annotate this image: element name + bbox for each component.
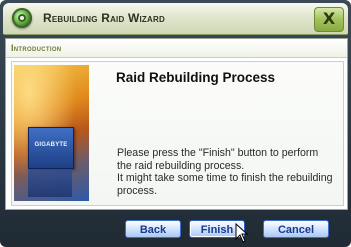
button-bar: Back Finish Cancel bbox=[5, 210, 346, 243]
title-bar: Rebuilding Raid Wizard X bbox=[3, 3, 348, 35]
wizard-window: Rebuilding Raid Wizard X Introduction GI… bbox=[0, 0, 351, 247]
chip-label: GIGABYTE bbox=[34, 142, 68, 148]
page-heading: Raid Rebuilding Process bbox=[116, 70, 276, 85]
instruction-line: process. bbox=[117, 184, 158, 197]
intro-panel: GIGABYTE Raid Rebuilding Process Please … bbox=[11, 61, 344, 206]
window-title: Rebuilding Raid Wizard bbox=[43, 11, 165, 25]
close-button[interactable]: X bbox=[314, 7, 344, 32]
content-frame: Introduction GIGABYTE Raid Rebuilding Pr… bbox=[5, 38, 348, 210]
mouse-pointer-icon bbox=[235, 223, 249, 243]
cancel-button[interactable]: Cancel bbox=[263, 220, 329, 238]
instruction-line: the raid rebuilding process. bbox=[117, 159, 245, 172]
instruction-line: Please press the "Finish" button to perf… bbox=[117, 147, 319, 159]
instruction-line: It might take some time to finish the re… bbox=[117, 172, 333, 184]
wizard-banner-image: GIGABYTE bbox=[14, 65, 89, 201]
section-label: Introduction bbox=[11, 43, 62, 53]
section-header: Introduction bbox=[6, 39, 347, 58]
chip-icon: GIGABYTE bbox=[28, 127, 74, 169]
instruction-text: Please press the "Finish" button to perf… bbox=[117, 147, 339, 197]
disc-icon bbox=[12, 8, 32, 28]
chip-reflection bbox=[28, 169, 72, 197]
back-button[interactable]: Back bbox=[125, 220, 181, 238]
